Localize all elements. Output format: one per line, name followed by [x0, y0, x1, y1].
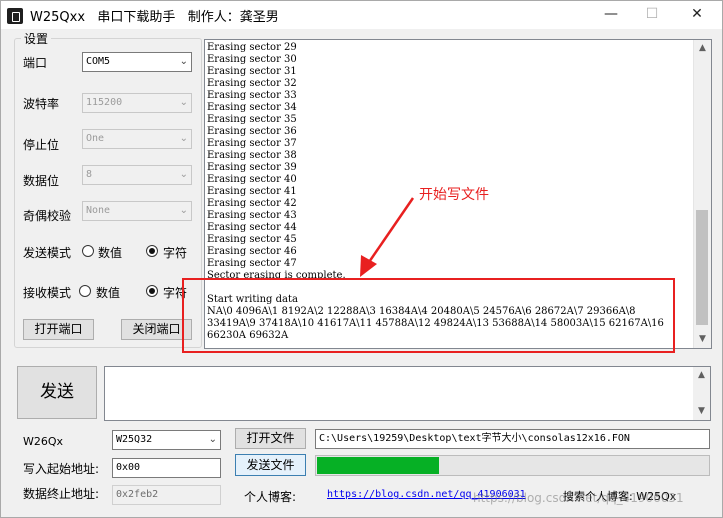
send-button[interactable]: 发送 [17, 366, 97, 419]
watermark: https://blog.csdn.net/qq_41906031 [473, 491, 684, 505]
parity-select[interactable]: None ⌄ [82, 201, 192, 221]
settings-group [14, 38, 202, 348]
scroll-up-icon[interactable]: ▲ [694, 40, 711, 57]
send-mode-char-radio[interactable] [146, 245, 158, 257]
scroll-thumb[interactable] [696, 210, 708, 325]
start-addr-input[interactable]: 0x00 [112, 458, 221, 478]
close-button[interactable]: ✕ [687, 5, 707, 23]
app-window: W25Qxx 串口下载助手 制作人：龚圣男 — ☐ ✕ 设置 端口 COM5 ⌄ … [0, 0, 723, 518]
recv-mode-value-label[interactable]: 数值 [96, 284, 120, 301]
chip-select[interactable]: W25Q32 ⌄ [112, 430, 221, 450]
open-port-button[interactable]: 打开端口 [23, 319, 94, 340]
port-label: 端口 [23, 56, 48, 70]
chevron-down-icon: ⌄ [179, 169, 188, 180]
window-title: W25Qxx 串口下载助手 制作人：龚圣男 [30, 10, 279, 25]
send-mode-label: 发送模式 [23, 246, 72, 260]
title-bar: W25Qxx 串口下载助手 制作人：龚圣男 — ☐ ✕ [1, 1, 722, 29]
baud-value: 115200 [86, 97, 123, 108]
app-icon [7, 8, 23, 24]
recv-mode-char-radio[interactable] [146, 285, 158, 297]
databits-label: 数据位 [23, 174, 60, 188]
end-addr-label: 数据终止地址: [23, 487, 100, 501]
maximize-button[interactable]: ☐ [642, 5, 662, 23]
send-file-button[interactable]: 发送文件 [235, 454, 306, 476]
scroll-down-icon[interactable]: ▼ [693, 403, 710, 420]
send-input-scrollbar[interactable]: ▲ ▼ [693, 367, 710, 420]
write-progress-fill [317, 457, 439, 474]
chevron-down-icon: ⌄ [179, 56, 188, 67]
send-mode-value-radio[interactable] [82, 245, 94, 257]
scroll-up-icon[interactable]: ▲ [693, 367, 710, 384]
start-addr-label: 写入起始地址: [23, 462, 100, 476]
minimize-button[interactable]: — [601, 5, 621, 23]
send-mode-value-label[interactable]: 数值 [98, 244, 122, 261]
output-scrollbar[interactable]: ▲ ▼ [693, 40, 711, 348]
port-value: COM5 [86, 56, 111, 67]
parity-label: 奇偶校验 [23, 209, 72, 223]
chip-label: W26Qx [23, 435, 64, 448]
recv-mode-label: 接收模式 [23, 286, 72, 300]
port-select[interactable]: COM5 ⌄ [82, 52, 192, 72]
scroll-down-icon[interactable]: ▼ [694, 331, 711, 348]
settings-group-title: 设置 [21, 30, 52, 47]
send-input[interactable]: ▲ ▼ [104, 366, 711, 421]
baud-label: 波特率 [23, 97, 60, 111]
chevron-down-icon: ⌄ [179, 205, 188, 216]
open-file-button[interactable]: 打开文件 [235, 428, 306, 449]
parity-value: None [86, 205, 111, 216]
chip-value: W25Q32 [116, 434, 153, 445]
chevron-down-icon: ⌄ [179, 133, 188, 144]
annotation-label: 开始写文件 [419, 187, 489, 203]
write-progress-bar [315, 455, 710, 476]
stopbits-value: One [86, 133, 105, 144]
end-addr-field: 0x2feb2 [112, 485, 221, 505]
annotation-highlight-box [182, 278, 675, 353]
databits-select[interactable]: 8 ⌄ [82, 165, 192, 185]
stopbits-select[interactable]: One ⌄ [82, 129, 192, 149]
file-path-field[interactable]: C:\Users\19259\Desktop\text字节大小\consolas… [315, 429, 710, 449]
databits-value: 8 [86, 169, 93, 180]
chevron-down-icon: ⌄ [179, 97, 188, 108]
blog-label: 个人博客: [244, 490, 297, 504]
baud-select[interactable]: 115200 ⌄ [82, 93, 192, 113]
annotation-arrow-icon [360, 197, 415, 277]
send-mode-char-label[interactable]: 字符 [163, 244, 187, 261]
recv-mode-value-radio[interactable] [79, 285, 91, 297]
stopbits-label: 停止位 [23, 138, 60, 152]
chevron-down-icon: ⌄ [208, 434, 217, 445]
